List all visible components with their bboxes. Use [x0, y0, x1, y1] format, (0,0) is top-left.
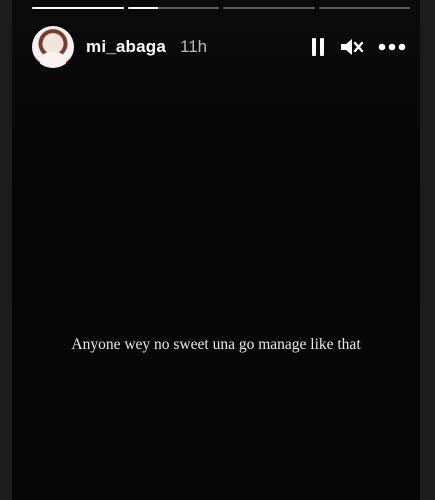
pause-button[interactable] — [310, 37, 326, 57]
story-controls — [310, 37, 412, 57]
post-time: 11h — [180, 37, 208, 56]
avatar[interactable] — [32, 26, 74, 68]
progress-segment — [127, 7, 219, 9]
more-options-button[interactable] — [378, 43, 406, 51]
mute-button[interactable] — [340, 37, 364, 57]
progress-segment — [32, 7, 124, 9]
username[interactable]: mi_abaga — [86, 37, 166, 57]
progress-segment-fill — [127, 7, 158, 9]
progress-segment-fill — [32, 7, 124, 9]
story-caption: Anyone wey no sweet una go manage like t… — [71, 336, 361, 353]
progress-segment — [223, 7, 315, 9]
progress-segment — [318, 7, 410, 9]
story-header: mi_abaga 11h — [32, 26, 412, 68]
pause-icon — [312, 38, 324, 56]
story-viewer-frame: mi_abaga 11h Anyone wey no sweet una go … — [0, 0, 435, 500]
mute-icon — [341, 39, 364, 55]
more-options-icon — [378, 43, 406, 51]
story-progress-bar — [32, 7, 410, 9]
story-content[interactable]: mi_abaga 11h Anyone wey no sweet una go … — [12, 0, 420, 500]
